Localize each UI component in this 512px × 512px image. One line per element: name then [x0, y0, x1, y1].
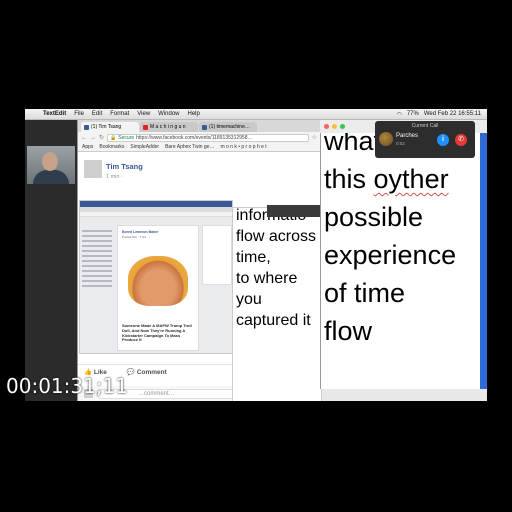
shot-url — [80, 212, 232, 217]
bookmark-aphex[interactable]: Bare Aphex Twin ge… — [165, 144, 214, 150]
back-arrow-icon[interactable]: ← — [81, 135, 87, 141]
shot-sidebar-line — [82, 230, 112, 232]
shot-sidebar-line — [82, 245, 112, 247]
bookmark-apps[interactable]: Apps — [82, 144, 93, 150]
person-face — [42, 152, 58, 171]
menu-view[interactable]: View — [133, 111, 154, 117]
shot-sidebar-line — [82, 280, 112, 282]
menu-help[interactable]: Help — [184, 111, 204, 117]
comment-label: Comment — [136, 368, 167, 376]
textedit-left-document[interactable]: informatio flow across time, to where yo… — [232, 207, 322, 401]
card-title: Bored Lemmon Baker — [122, 230, 159, 234]
bookmark-monk[interactable]: m o n k • p r o p h e t — [220, 144, 266, 150]
mini-call-bar — [267, 205, 322, 217]
tab-tim-tsang[interactable]: (1) Tim Tsang — [81, 122, 139, 132]
shot-sidebar — [82, 227, 112, 347]
text-line: this — [324, 164, 374, 194]
browser-tab-strip: (1) Tim Tsang M a c h i n g u n (1) time… — [78, 120, 320, 132]
info-icon[interactable]: i — [437, 134, 449, 146]
shot-sidebar-line — [82, 275, 112, 277]
shot-sidebar-line — [82, 235, 112, 237]
video-timecode: 00:01:31;11 — [6, 374, 129, 398]
bookmark-simpleadder[interactable]: SimpleAdder — [130, 144, 159, 150]
menu-file[interactable]: File — [70, 111, 88, 117]
webcam-video — [27, 146, 75, 184]
browser-toolbar: ← → ↻ 🔒 Secure https://www.facebook.com/… — [78, 132, 320, 143]
text-line: flow — [324, 316, 373, 346]
shot-sidebar-line — [82, 255, 112, 257]
facebook-post-header: Tim Tsang 1 min · — [78, 152, 321, 200]
call-duration: 0:02 — [396, 141, 405, 146]
bookmarks-bar: Apps Bookmarks SimpleAdder Bare Aphex Tw… — [78, 143, 320, 152]
shot-right-column — [202, 225, 232, 285]
address-bar[interactable]: 🔒 Secure https://www.facebook.com/events… — [107, 133, 309, 142]
posted-screenshot[interactable]: Bored Lemmon Baker Posted this · 7 hrs S… — [79, 200, 233, 354]
call-overlay: Current Call Parches 0:02 i ✆ — [375, 121, 475, 158]
post-author[interactable]: Tim Tsang — [106, 162, 143, 171]
textedit-left-text[interactable]: informatio flow across time, to where yo… — [236, 208, 316, 331]
comment-placeholder: …comment… — [138, 390, 175, 397]
menu-clock[interactable]: Wed Feb 22 16:55:11 — [424, 111, 481, 117]
misspelled-word[interactable]: oyther — [374, 164, 449, 194]
facebook-icon — [84, 124, 89, 130]
menu-app-name[interactable]: TextEdit — [39, 111, 70, 117]
webcam-panel — [25, 120, 77, 401]
lock-icon: 🔒 — [110, 134, 117, 141]
tab-youtube[interactable]: M a c h i n g u n — [140, 122, 198, 132]
secure-label: Secure — [118, 134, 135, 141]
youtube-icon — [143, 124, 148, 130]
forward-arrow-icon[interactable]: → — [90, 135, 96, 141]
shot-sidebar-line — [82, 260, 112, 262]
menu-window[interactable]: Window — [154, 111, 183, 117]
avatar — [379, 132, 393, 146]
shot-sidebar-line — [82, 240, 112, 242]
menu-edit[interactable]: Edit — [88, 111, 106, 117]
person-shoulders — [33, 170, 69, 184]
screen-recording-frame: TextEdit File Edit Format View Window He… — [25, 109, 487, 401]
text-line: experience — [324, 240, 457, 270]
shot-news-card: Bored Lemmon Baker Posted this · 7 hrs S… — [117, 225, 199, 351]
textedit-right-document[interactable]: whatever this oyther possible experience… — [320, 133, 480, 389]
menu-status-area: ◠ 77% Wed Feb 22 16:55:11 — [397, 111, 487, 118]
tab-label: M a c h i n g u n — [150, 124, 186, 130]
facebook-icon — [202, 124, 207, 130]
shot-sidebar-line — [82, 265, 112, 267]
comment-button[interactable]: 💬 Comment — [127, 368, 167, 376]
text-line: of time — [324, 278, 406, 308]
wifi-icon[interactable]: ◠ — [397, 111, 402, 118]
shot-sidebar-line — [82, 250, 112, 252]
card-subtitle: Posted this · 7 hrs — [122, 235, 147, 239]
bookmark-bookmarks[interactable]: Bookmarks — [99, 144, 124, 150]
call-name: Parches — [396, 133, 419, 139]
avatar[interactable] — [84, 160, 102, 178]
close-icon[interactable] — [324, 124, 329, 129]
troll-doll-image — [128, 256, 188, 306]
url-text: https://www.facebook.com/events/11891353… — [136, 134, 253, 141]
card-headline: Someone Made A MAPW Trump Troll Doll, An… — [122, 323, 192, 343]
hangup-icon[interactable]: ✆ — [455, 134, 467, 146]
shot-sidebar-line — [82, 285, 112, 287]
text-line: possible — [324, 202, 424, 232]
window-edge — [480, 133, 487, 389]
minimize-icon[interactable] — [332, 124, 337, 129]
zoom-icon[interactable] — [340, 124, 345, 129]
tab-label: (1) timemachine… — [209, 124, 250, 130]
tab-timemachine[interactable]: (1) timemachine… — [199, 122, 257, 132]
textedit-right-text[interactable]: whatever this oyther possible experience… — [324, 133, 456, 350]
battery-level[interactable]: 77% — [407, 111, 419, 117]
reload-icon[interactable]: ↻ — [99, 134, 104, 141]
post-timestamp[interactable]: 1 min · — [106, 174, 123, 180]
mac-menu-bar: TextEdit File Edit Format View Window He… — [25, 109, 487, 120]
shot-sidebar-line — [82, 270, 112, 272]
call-title: Current Call — [411, 123, 439, 129]
menu-format[interactable]: Format — [106, 111, 133, 117]
tab-label: (1) Tim Tsang — [91, 124, 122, 130]
star-icon[interactable]: ☆ — [312, 134, 317, 141]
